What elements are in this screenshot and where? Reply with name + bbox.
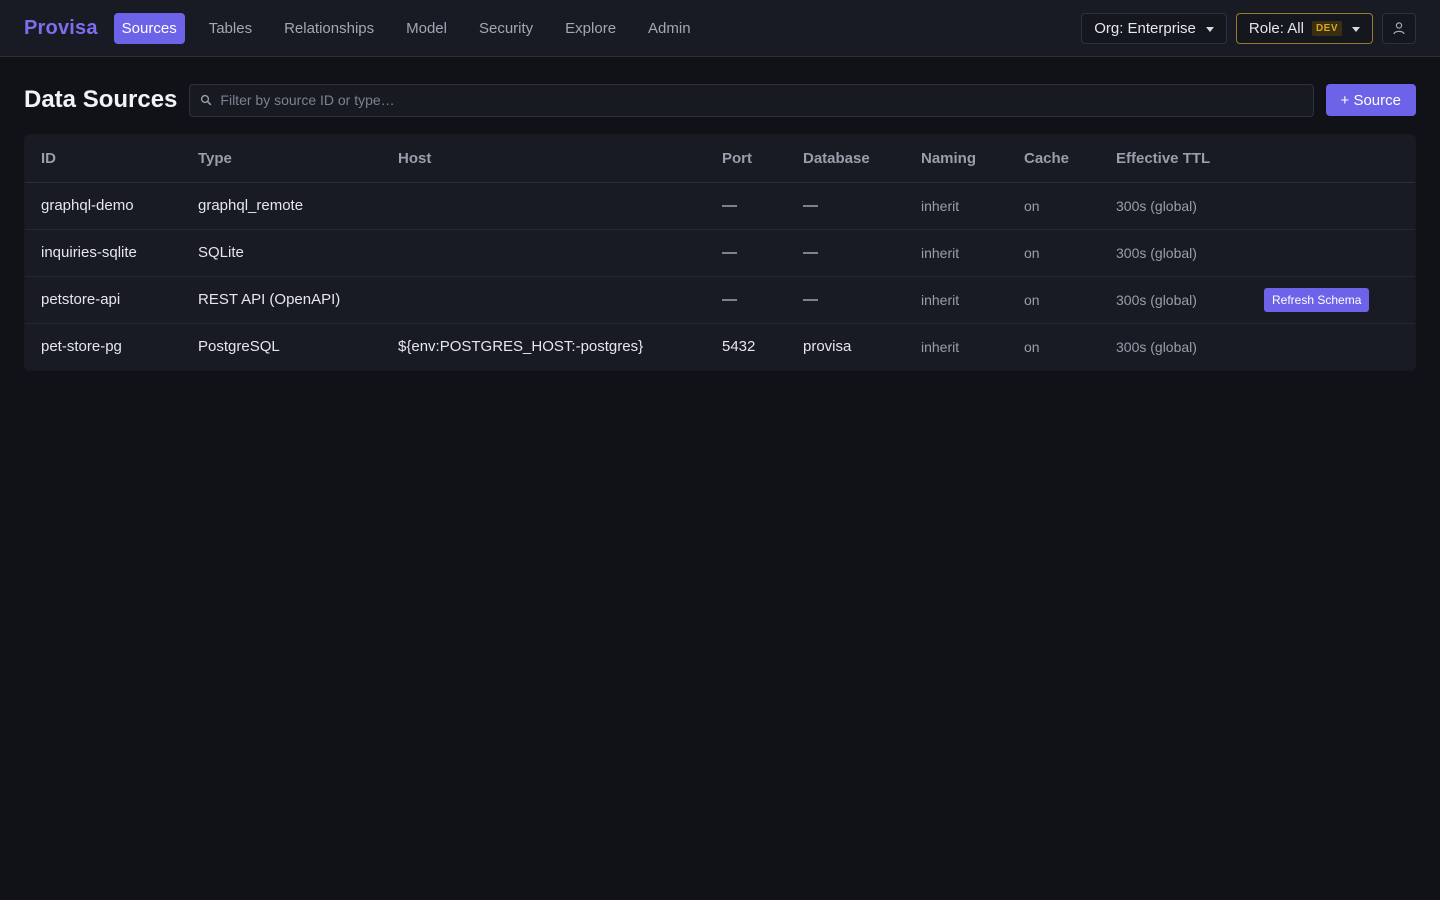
column-header-port[interactable]: Port [706, 135, 787, 183]
cell-actions [1248, 323, 1415, 370]
table-row[interactable]: graphql-demo graphql_remote — — inherit … [25, 182, 1415, 230]
cell-effective-ttl: 300s (global) [1100, 276, 1248, 324]
cell-host [382, 276, 706, 324]
user-menu-button[interactable] [1382, 12, 1416, 44]
nav-item-admin[interactable]: Admin [634, 13, 705, 44]
cell-id: graphql-demo [25, 182, 182, 230]
cell-actions [1248, 182, 1415, 230]
cell-naming: inherit [905, 182, 1008, 230]
nav-item-tables[interactable]: Tables [195, 13, 266, 44]
cell-port: — [706, 276, 787, 324]
column-header-cache[interactable]: Cache [1008, 135, 1100, 183]
cell-naming: inherit [905, 229, 1008, 277]
search-icon [201, 94, 212, 106]
nav-item-relationships[interactable]: Relationships [270, 13, 388, 44]
table-row[interactable]: pet-store-pg PostgreSQL ${env:POSTGRES_H… [25, 323, 1415, 370]
cell-type: PostgreSQL [198, 338, 280, 356]
cell-effective-ttl: 300s (global) [1100, 229, 1248, 277]
cell-type: graphql_remote [182, 182, 382, 230]
search-box[interactable] [189, 83, 1314, 117]
cell-id: pet-store-pg [41, 338, 122, 356]
cell-cache: on [1008, 182, 1100, 230]
cell-host [382, 182, 706, 230]
cell-id: petstore-api [25, 276, 182, 324]
brand-logo[interactable]: Provisa [24, 17, 98, 40]
refresh-schema-button[interactable]: Refresh Schema [1264, 287, 1370, 312]
cell-id: inquiries-sqlite [25, 229, 182, 277]
cell-actions [1248, 229, 1415, 277]
cell-type: SQLite [182, 229, 382, 277]
user-icon [1393, 22, 1405, 35]
nav-item-sources[interactable]: Sources [113, 12, 185, 44]
cell-database: — [787, 276, 905, 324]
main-nav: Sources Tables Relationships Model Secur… [113, 12, 705, 44]
table-header-row: ID Type Host Port Database Naming Cache … [25, 135, 1415, 183]
nav-item-model[interactable]: Model [392, 13, 461, 44]
top-right-controls: Org: Enterprise Role: All DEV [1081, 12, 1416, 44]
cell-port: — [706, 182, 787, 230]
cell-naming: inherit [921, 338, 960, 355]
cell-actions: Refresh Schema [1248, 276, 1415, 324]
cell-effective-ttl: 300s (global) [1116, 338, 1197, 355]
cell-host [382, 229, 706, 277]
cell-database: provisa [803, 338, 852, 356]
sources-table-container: ID Type Host Port Database Naming Cache … [24, 134, 1416, 371]
add-source-button[interactable]: + Source [1325, 84, 1416, 116]
column-header-effective-ttl[interactable]: Effective TTL [1100, 135, 1248, 183]
env-badge: DEV [1311, 20, 1342, 36]
sources-table: ID Type Host Port Database Naming Cache … [25, 135, 1415, 370]
column-header-type[interactable]: Type [182, 135, 382, 183]
cell-effective-ttl: 300s (global) [1100, 182, 1248, 230]
role-dropdown-label: Role: All [1248, 19, 1304, 37]
nav-item-explore[interactable]: Explore [551, 13, 630, 44]
nav-item-security[interactable]: Security [465, 13, 547, 44]
page-header: Data Sources + Source [24, 83, 1416, 117]
cell-database: — [787, 229, 905, 277]
table-row[interactable]: inquiries-sqlite SQLite — — inherit on 3… [25, 229, 1415, 277]
cell-cache: on [1008, 276, 1100, 324]
column-header-host[interactable]: Host [382, 135, 706, 183]
page-title: Data Sources [24, 86, 178, 113]
column-header-id[interactable]: ID [25, 135, 182, 183]
column-header-actions [1248, 135, 1415, 183]
cell-cache: on [1024, 338, 1040, 355]
chevron-down-icon [1352, 26, 1360, 32]
column-header-database[interactable]: Database [787, 135, 905, 183]
cell-port: 5432 [722, 338, 756, 356]
cell-database: — [787, 182, 905, 230]
top-bar: Provisa Sources Tables Relationships Mod… [0, 0, 1440, 57]
column-header-naming[interactable]: Naming [905, 135, 1008, 183]
search-input[interactable] [220, 92, 1303, 108]
org-dropdown[interactable]: Org: Enterprise [1081, 12, 1227, 44]
org-dropdown-label: Org: Enterprise [1094, 19, 1196, 37]
cell-port: — [706, 229, 787, 277]
cell-type: REST API (OpenAPI) [182, 276, 382, 324]
table-row[interactable]: petstore-api REST API (OpenAPI) — — inhe… [25, 276, 1415, 324]
chevron-down-icon [1205, 26, 1214, 32]
role-dropdown[interactable]: Role: All DEV [1235, 12, 1373, 44]
cell-cache: on [1008, 229, 1100, 277]
main-content: Data Sources + Source ID Type Host Port … [0, 57, 1440, 371]
cell-naming: inherit [905, 276, 1008, 324]
cell-host: ${env:POSTGRES_HOST:-postgres} [398, 338, 644, 356]
